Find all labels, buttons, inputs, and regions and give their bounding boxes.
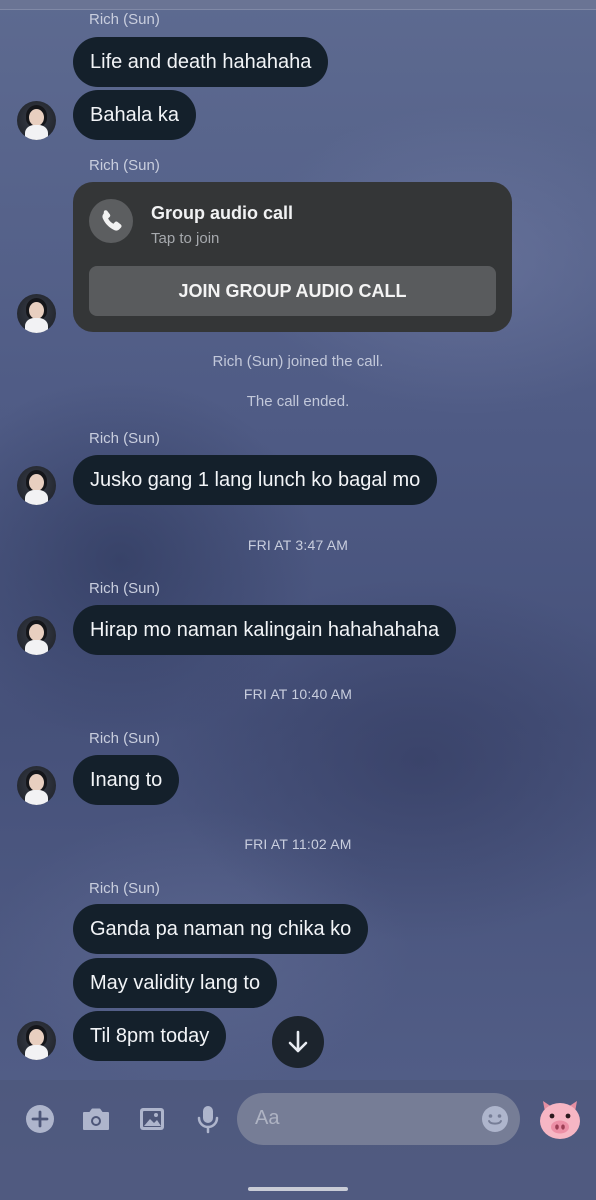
pig-sticker-icon[interactable] (535, 1095, 585, 1143)
message-bubble[interactable]: Inang to (73, 755, 180, 805)
call-subtitle: Tap to join (151, 230, 220, 247)
microphone-icon[interactable] (190, 1101, 226, 1137)
gallery-icon[interactable] (134, 1101, 170, 1137)
message-bubble[interactable]: Ganda pa naman ng chika ko (73, 904, 369, 954)
timestamp: FRI AT 3:47 AM (247, 537, 349, 553)
emoji-icon[interactable] (480, 1104, 510, 1134)
scroll-to-bottom-button[interactable] (272, 1016, 324, 1068)
camera-icon[interactable] (78, 1101, 114, 1137)
message-bubble[interactable]: Hirap mo naman kalingain hahahahaha (73, 605, 457, 655)
join-call-button[interactable]: JOIN GROUP AUDIO CALL (89, 266, 496, 316)
message-bubble[interactable]: Life and death hahahaha (73, 37, 329, 87)
avatar[interactable] (17, 766, 56, 805)
system-message: The call ended. (246, 393, 350, 410)
avatar[interactable] (17, 1021, 56, 1060)
home-indicator[interactable] (248, 1187, 348, 1191)
sender-name: Rich (Sun) (89, 580, 160, 597)
message-input-placeholder: Aa (255, 1107, 280, 1129)
sender-name: Rich (Sun) (89, 880, 160, 897)
sender-name: Rich (Sun) (89, 730, 160, 747)
plus-icon[interactable] (22, 1101, 58, 1137)
sender-name: Rich (Sun) (89, 11, 160, 28)
message-input[interactable]: Aa (237, 1093, 520, 1145)
avatar[interactable] (17, 616, 56, 655)
timestamp: FRI AT 11:02 AM (244, 836, 352, 852)
message-bubble[interactable]: Jusko gang 1 lang lunch ko bagal mo (73, 455, 438, 505)
call-title: Group audio call (151, 203, 294, 223)
timestamp: FRI AT 10:40 AM (243, 686, 353, 702)
message-list[interactable]: Rich (Sun) Life and death hahahaha Bahal… (0, 0, 596, 1080)
message-bubble[interactable]: Bahala ka (73, 90, 196, 140)
avatar[interactable] (17, 466, 56, 505)
avatar[interactable] (17, 101, 56, 140)
phone-icon (89, 199, 133, 243)
message-bubble[interactable]: Til 8pm today (73, 1011, 227, 1061)
arrow-down-icon (288, 1030, 308, 1053)
avatar[interactable] (17, 294, 56, 333)
sender-name: Rich (Sun) (89, 157, 160, 174)
message-bubble[interactable]: May validity lang to (73, 958, 278, 1008)
sender-name: Rich (Sun) (89, 430, 160, 447)
group-call-card[interactable]: Group audio call Tap to join JOIN GROUP … (73, 182, 512, 332)
system-message: Rich (Sun) joined the call. (212, 353, 384, 370)
